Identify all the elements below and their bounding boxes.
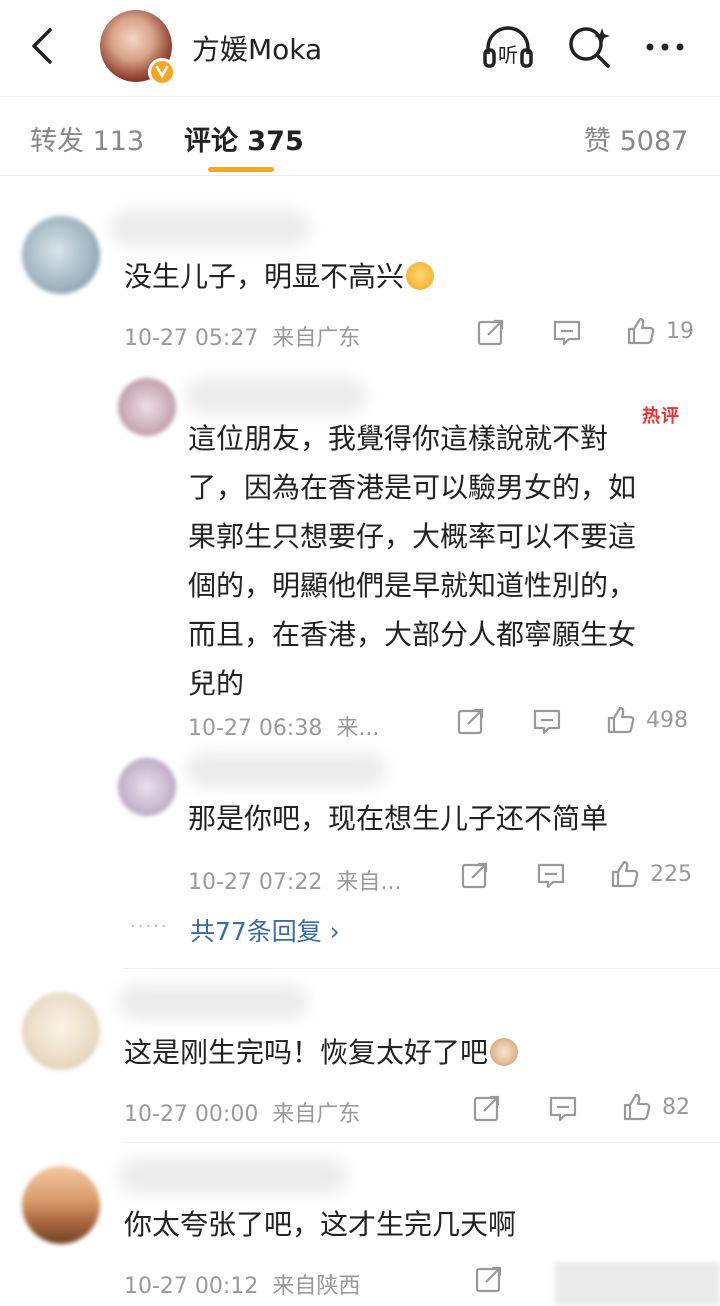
share-icon (477, 319, 504, 346)
like-count: 498 (646, 707, 688, 733)
comment-text: 没生儿子，明显不高兴 (124, 254, 435, 300)
more-horizontal-icon (646, 43, 684, 51)
share-button[interactable] (456, 706, 486, 736)
listen-button[interactable]: 听 (482, 22, 534, 72)
page-title[interactable]: 方媛Moka (192, 28, 322, 68)
reply-text-line: 了，因為在香港是可以驗男女的，如 (188, 471, 637, 504)
like-count: 225 (650, 861, 692, 887)
top-bar: 方媛Moka 听 (0, 0, 720, 92)
comment-icon (533, 709, 561, 735)
like-button[interactable]: 225 (610, 859, 692, 889)
comment-location: 来自陕西 (272, 1274, 361, 1299)
reply-dots: ····· (130, 916, 169, 937)
like-button[interactable]: 498 (606, 705, 688, 735)
reply-button[interactable] (532, 706, 562, 736)
comment-text-content: 没生儿子，明显不高兴 (124, 260, 405, 293)
avatar[interactable] (22, 1166, 100, 1244)
avatar[interactable] (22, 992, 100, 1070)
reply-text-line: 果郭生只想要仔，大概率可以不要這 (188, 520, 637, 553)
reply-text-line: 而且，在香港，大部分人都寧願生女 (188, 618, 637, 651)
share-button[interactable] (472, 1093, 502, 1123)
comment-icon (537, 863, 565, 889)
more-options-button[interactable] (640, 22, 692, 72)
reply-location: 来自... (336, 870, 402, 895)
reply-meta: 10-27 06:38 来... (188, 710, 379, 742)
reply-item: 热评 這位朋友，我覺得你這樣說就不對 了，因為在香港是可以驗男女的，如 果郭生只… (0, 370, 720, 750)
reply-text: 這位朋友，我覺得你這樣說就不對 了，因為在香港是可以驗男女的，如 果郭生只想要仔… (188, 414, 636, 708)
comment-location: 来自广东 (272, 326, 361, 351)
thumbs-up-icon (607, 706, 635, 734)
thumbs-up-icon (627, 317, 655, 345)
headphones-icon: 听 (483, 26, 533, 68)
reply-item: 那是你吧，现在想生儿子还不简单 10-27 07:22 来自... 225 (0, 750, 720, 910)
comment-icon (553, 320, 581, 346)
search-icon (569, 27, 610, 68)
tab-bar: 转发 113 评论 375 赞 5087 (0, 96, 720, 176)
reply-text-line: 兒的 (188, 667, 245, 700)
share-button[interactable] (460, 860, 490, 890)
comment-meta: 10-27 00:12 来自陕西 (124, 1268, 360, 1300)
hot-comment-badge: 热评 (642, 406, 680, 427)
share-button[interactable] (476, 317, 506, 347)
username-blurred[interactable] (186, 752, 386, 788)
reply-button[interactable] (536, 860, 566, 890)
reply-time: 10-27 07:22 (188, 870, 323, 895)
comment-time: 10-27 00:12 (124, 1274, 259, 1299)
comment-meta: 10-27 00:00 来自广东 (124, 1096, 360, 1128)
avatar[interactable] (22, 216, 100, 294)
comment-text: 你太夸张了吧，这才生完几天啊 (124, 1208, 517, 1241)
reply-text-line: 這位朋友，我覺得你這樣說就不對 (188, 422, 609, 455)
tab-reposts[interactable]: 转发 113 (30, 119, 144, 158)
divider (124, 1142, 720, 1143)
reply-time: 10-27 06:38 (188, 716, 323, 741)
view-more-replies-link[interactable]: 共77条回复 › (190, 912, 340, 948)
watermark-overlay (555, 1262, 720, 1306)
comment-text: 这是刚生完吗！恢复太好了吧 (124, 1030, 519, 1076)
thumbs-up-icon (611, 860, 639, 888)
thumbs-up-icon (623, 1093, 651, 1121)
avatar[interactable] (118, 378, 176, 436)
like-button[interactable]: 82 (622, 1092, 690, 1122)
back-button[interactable] (22, 24, 62, 68)
username-blurred[interactable] (118, 1158, 348, 1194)
reply-text-line: 個的，明顯他們是早就知道性別的， (188, 569, 637, 602)
comment-time: 10-27 05:27 (124, 326, 259, 351)
laughing-emoji-icon (406, 262, 435, 290)
verified-badge-icon (148, 58, 176, 86)
chevron-left-icon (32, 28, 52, 64)
comment-text-content: 这是刚生完吗！恢复太好了吧 (124, 1036, 489, 1069)
reply-text: 那是你吧，现在想生儿子还不简单 (188, 802, 609, 835)
tab-likes[interactable]: 赞 5087 (584, 119, 688, 158)
avatar[interactable] (118, 758, 176, 816)
reply-button[interactable] (552, 317, 582, 347)
share-icon (473, 1095, 500, 1122)
like-count: 19 (666, 318, 694, 344)
like-button[interactable]: 19 (626, 316, 694, 346)
comment-meta: 10-27 05:27 来自广东 (124, 320, 360, 352)
reply-button[interactable] (548, 1093, 578, 1123)
tab-comments[interactable]: 评论 375 (184, 119, 304, 158)
reply-meta: 10-27 07:22 来自... (188, 864, 401, 896)
share-button[interactable] (474, 1264, 504, 1294)
share-icon (461, 862, 488, 889)
divider (124, 968, 720, 969)
username-blurred[interactable] (118, 984, 308, 1020)
username-blurred[interactable] (186, 378, 366, 414)
comment-icon (549, 1096, 577, 1122)
comment-time: 10-27 00:00 (124, 1102, 259, 1127)
active-tab-indicator (208, 167, 274, 172)
comment-location: 来自广东 (272, 1102, 361, 1127)
listen-label: 听 (498, 43, 518, 67)
share-icon (457, 708, 484, 735)
share-icon (475, 1266, 502, 1293)
like-count: 82 (662, 1094, 690, 1120)
search-button[interactable] (564, 22, 616, 72)
comment-item: 这是刚生完吗！恢复太好了吧 10-27 00:00 来自广东 82 (0, 970, 720, 1140)
cat-emoji-icon (490, 1038, 519, 1066)
username-blurred[interactable] (110, 210, 310, 246)
reply-location: 来... (336, 716, 380, 741)
comment-item: 没生儿子，明显不高兴 10-27 05:27 来自广东 19 (0, 180, 720, 370)
